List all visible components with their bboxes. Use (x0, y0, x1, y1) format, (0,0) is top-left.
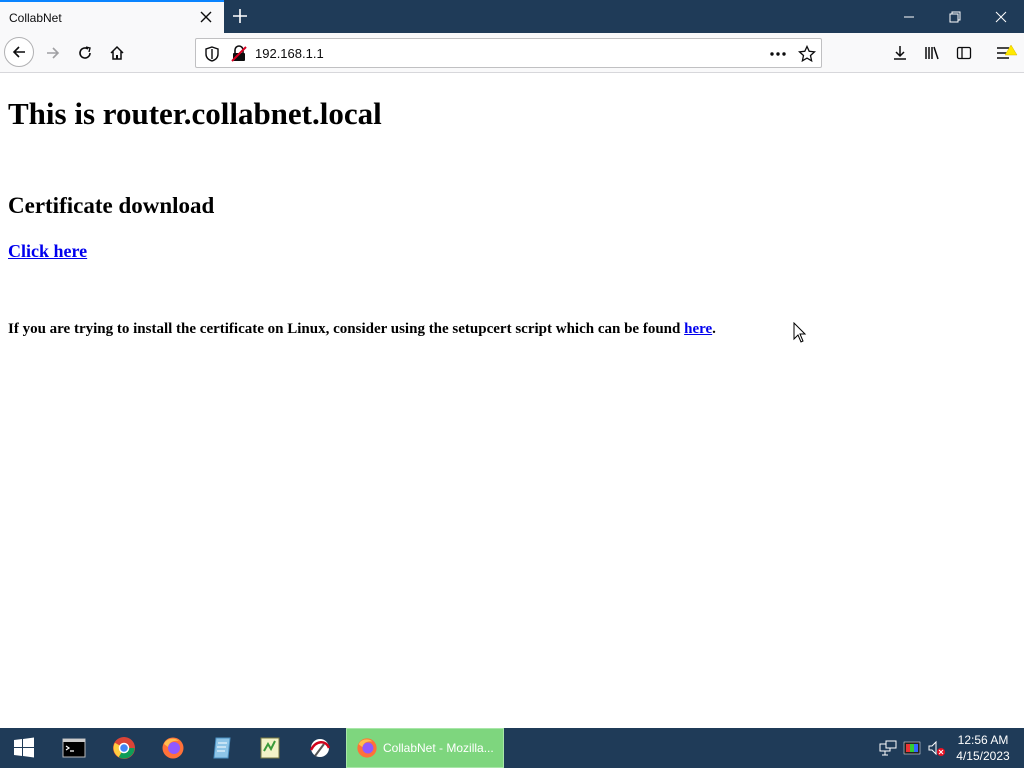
forward-arrow-icon (47, 47, 60, 59)
hamburger-menu-icon (997, 44, 1018, 59)
close-tab-icon[interactable] (198, 9, 214, 25)
windows-start-icon[interactable] (12, 736, 36, 760)
mouse-cursor-icon (793, 322, 807, 343)
taskbar-task-label: CollabNet - Mozilla... (383, 741, 494, 755)
restore-icon (949, 11, 961, 22)
tab-title: CollabNet (9, 11, 62, 25)
library-button[interactable] (916, 37, 948, 69)
downloads-button[interactable] (884, 37, 916, 69)
close-icon (995, 11, 1007, 22)
certificate-download-link[interactable]: Click here (8, 241, 87, 262)
linux-note-end: . (712, 321, 716, 337)
chrome-icon[interactable] (112, 736, 136, 760)
command-prompt-icon[interactable] (62, 736, 86, 760)
back-arrow-icon (12, 46, 25, 58)
linux-note: If you are trying to install the certifi… (8, 321, 716, 338)
notepad-plus-icon[interactable] (258, 736, 282, 760)
new-tab-icon[interactable] (230, 6, 250, 26)
home-icon (110, 45, 124, 60)
minimize-icon (904, 16, 914, 17)
page-actions-icon[interactable] (769, 45, 787, 63)
reload-icon (79, 46, 91, 59)
linux-note-text: If you are trying to install the certifi… (8, 321, 685, 337)
setupcert-link[interactable]: here (684, 321, 712, 337)
page-heading: This is router.collabnet.local (8, 96, 382, 131)
clock-time: 12:56 AM (957, 733, 1009, 747)
snipping-tool-icon[interactable] (308, 736, 332, 760)
notes-app-icon[interactable] (210, 736, 234, 760)
sidebar-button[interactable] (948, 37, 980, 69)
title-bar: CollabNet (0, 0, 1024, 33)
download-icon (894, 46, 906, 60)
firefox-task-icon (357, 738, 377, 758)
network-icon[interactable] (879, 736, 897, 760)
sidebar-icon (956, 46, 972, 60)
url-text[interactable]: 192.168.1.1 (255, 46, 324, 61)
tracking-shield-icon[interactable] (203, 45, 221, 63)
bookmark-star-icon[interactable] (798, 45, 816, 63)
restore-button[interactable] (932, 0, 978, 33)
navigation-toolbar: 192.168.1.1 (0, 33, 1024, 73)
forward-button[interactable] (37, 37, 69, 69)
insecure-lock-icon[interactable] (230, 45, 248, 63)
minimize-button[interactable] (886, 0, 932, 33)
system-clock[interactable]: 12:56 AM 4/15/2023 (950, 732, 1016, 764)
reload-button[interactable] (69, 37, 101, 69)
address-bar[interactable]: 192.168.1.1 (195, 38, 822, 68)
back-button[interactable] (4, 37, 34, 67)
page-content: This is router.collabnet.local Certifica… (0, 74, 1024, 728)
home-button[interactable] (101, 37, 133, 69)
section-heading: Certificate download (8, 193, 215, 218)
taskbar-firefox-window[interactable]: CollabNet - Mozilla... (346, 728, 504, 768)
clock-date: 4/15/2023 (956, 749, 1010, 763)
library-icon (925, 46, 939, 60)
menu-button[interactable] (990, 37, 1022, 69)
browser-tab[interactable]: CollabNet (0, 0, 224, 33)
close-window-button[interactable] (978, 0, 1024, 33)
display-color-icon[interactable] (903, 736, 921, 760)
volume-muted-icon[interactable] (927, 736, 947, 760)
firefox-icon[interactable] (161, 736, 185, 760)
taskbar: CollabNet - Mozilla... 12:56 AM 4/15/202… (0, 728, 1024, 768)
